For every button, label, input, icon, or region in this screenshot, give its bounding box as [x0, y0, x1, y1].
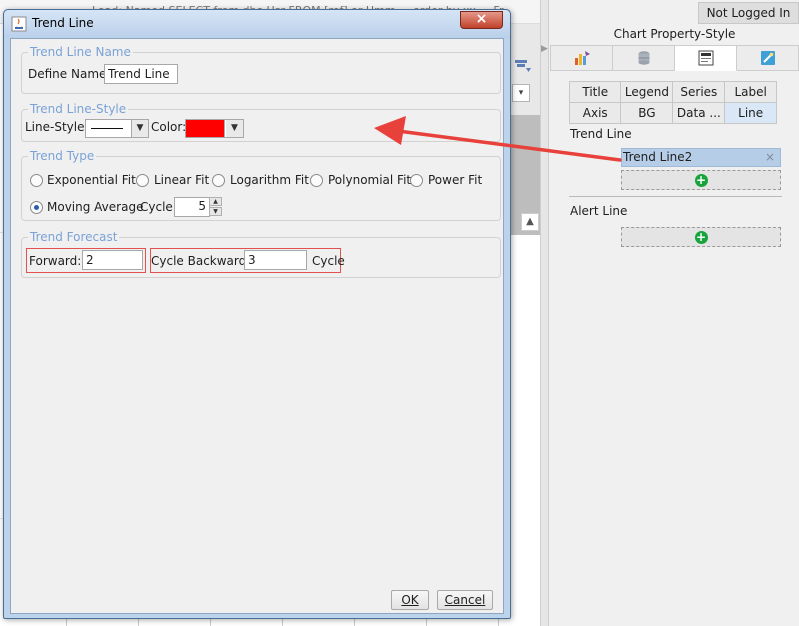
- cycle-spinner[interactable]: 5: [174, 197, 210, 217]
- subtab-label[interactable]: Label: [724, 81, 777, 103]
- panel-title: Chart Property-Style: [613, 27, 736, 41]
- trend-line-section-label: Trend Line: [570, 127, 632, 141]
- tab-effects[interactable]: [737, 45, 799, 71]
- subtab-bg[interactable]: BG: [620, 102, 674, 124]
- color-dropdown[interactable]: ▼: [224, 119, 244, 138]
- radio-power-fit[interactable]: [410, 174, 423, 187]
- radio-label[interactable]: Polynomial Fit: [328, 173, 411, 187]
- cycle-label: Cycle:: [140, 200, 177, 214]
- scroll-up-button[interactable]: ▲: [521, 213, 539, 231]
- dialog-title: Trend Line: [32, 16, 94, 30]
- trend-line-item[interactable]: Trend Line2 ×: [621, 148, 781, 167]
- add-icon: +: [694, 172, 708, 187]
- chart-type-icon: [574, 51, 590, 65]
- color-label: Color:: [151, 120, 187, 134]
- tab-chart-type[interactable]: [550, 45, 613, 71]
- forward-highlight: Forward: 2: [26, 248, 146, 273]
- spin-up-icon[interactable]: ▲: [209, 197, 222, 206]
- java-app-icon: [11, 16, 27, 32]
- group-legend: Trend Line Name: [28, 45, 133, 59]
- dialog-titlebar[interactable]: Trend Line ×: [4, 10, 510, 38]
- database-icon: [638, 51, 649, 65]
- group-legend: Trend Type: [28, 149, 97, 163]
- dialog-body: Trend Line Name Define Name Trend Line T…: [10, 38, 504, 614]
- cycle-backward-highlight: Cycle Backward: 3 Cycle: [150, 248, 345, 273]
- radio-moving-average[interactable]: [30, 201, 43, 214]
- group-legend: Trend Line-Style: [28, 102, 129, 116]
- cycle-suffix-label: Cycle: [312, 254, 345, 268]
- radio-polynomial-fit[interactable]: [310, 174, 323, 187]
- group-legend: Trend Forecast: [28, 230, 120, 244]
- cycle-value: 5: [198, 199, 206, 213]
- trend-forecast-group: Trend Forecast Forward: 2 Cycle Backward…: [21, 230, 501, 278]
- filter-icon[interactable]: [514, 58, 532, 74]
- close-icon[interactable]: ×: [765, 149, 775, 166]
- subtab-line[interactable]: Line: [724, 102, 777, 124]
- chevron-down-icon[interactable]: ▼: [226, 120, 243, 137]
- trend-line-item-label: Trend Line2: [623, 150, 693, 164]
- radio-logarithm-fit[interactable]: [212, 174, 225, 187]
- line-style-preview: [91, 128, 123, 129]
- add-alert-line-button[interactable]: +: [621, 227, 781, 247]
- alert-line-section-label: Alert Line: [570, 204, 628, 218]
- radio-exponential-fit[interactable]: [30, 174, 43, 187]
- property-tabs: [550, 45, 799, 71]
- line-style-label: Line-Style:: [25, 120, 89, 134]
- backward-input[interactable]: 3: [244, 250, 307, 270]
- radio-label[interactable]: Logarithm Fit: [230, 173, 309, 187]
- panel-splitter[interactable]: [540, 0, 549, 626]
- splitter-arrow-icon[interactable]: ▶: [541, 44, 548, 54]
- section-divider: [569, 196, 782, 197]
- radio-label[interactable]: Moving Average: [47, 200, 143, 214]
- subtab-axis[interactable]: Axis: [568, 102, 622, 124]
- trend-line-name-group: Trend Line Name Define Name Trend Line: [21, 45, 501, 94]
- tab-data[interactable]: [613, 45, 675, 71]
- line-style-dropdown[interactable]: ▼: [85, 119, 149, 138]
- close-button[interactable]: ×: [460, 11, 503, 29]
- canvas-dropdown[interactable]: ▾: [512, 84, 530, 102]
- subtab-series[interactable]: Series: [672, 81, 726, 103]
- cycle-backward-label: Cycle Backward:: [151, 254, 251, 268]
- chevron-down-icon[interactable]: ▼: [131, 120, 148, 137]
- color-swatch[interactable]: [185, 119, 225, 138]
- radio-label[interactable]: Linear Fit: [154, 173, 209, 187]
- magic-wand-icon: [760, 51, 775, 65]
- forward-label: Forward:: [29, 254, 82, 268]
- style-label-icon: [698, 50, 713, 66]
- style-subtabs: Title Legend Series Label Axis BG Data .…: [568, 81, 777, 124]
- add-icon: +: [694, 229, 708, 244]
- trend-line-style-group: Trend Line-Style Line-Style: ▼ Color: ▼: [21, 102, 501, 142]
- radio-label[interactable]: Power Fit: [428, 173, 482, 187]
- radio-linear-fit[interactable]: [136, 174, 149, 187]
- subtab-legend[interactable]: Legend: [620, 81, 674, 103]
- login-status[interactable]: Not Logged In: [698, 2, 799, 24]
- ok-button[interactable]: OK: [391, 590, 429, 610]
- cancel-button[interactable]: Cancel: [437, 590, 493, 610]
- trend-type-group: Trend Type Exponential Fit Linear Fit Lo…: [21, 149, 501, 221]
- trend-line-dialog: Trend Line × Trend Line Name Define Name…: [3, 9, 511, 619]
- add-trend-line-button[interactable]: +: [621, 170, 781, 190]
- define-name-input[interactable]: Trend Line: [104, 64, 178, 84]
- radio-label[interactable]: Exponential Fit: [47, 173, 136, 187]
- subtab-data[interactable]: Data ...: [672, 102, 726, 124]
- spin-down-icon[interactable]: ▼: [209, 207, 222, 216]
- subtab-title[interactable]: Title: [568, 81, 622, 103]
- forward-input[interactable]: 2: [82, 250, 143, 270]
- define-name-label: Define Name: [28, 67, 107, 81]
- tab-style[interactable]: [675, 45, 737, 71]
